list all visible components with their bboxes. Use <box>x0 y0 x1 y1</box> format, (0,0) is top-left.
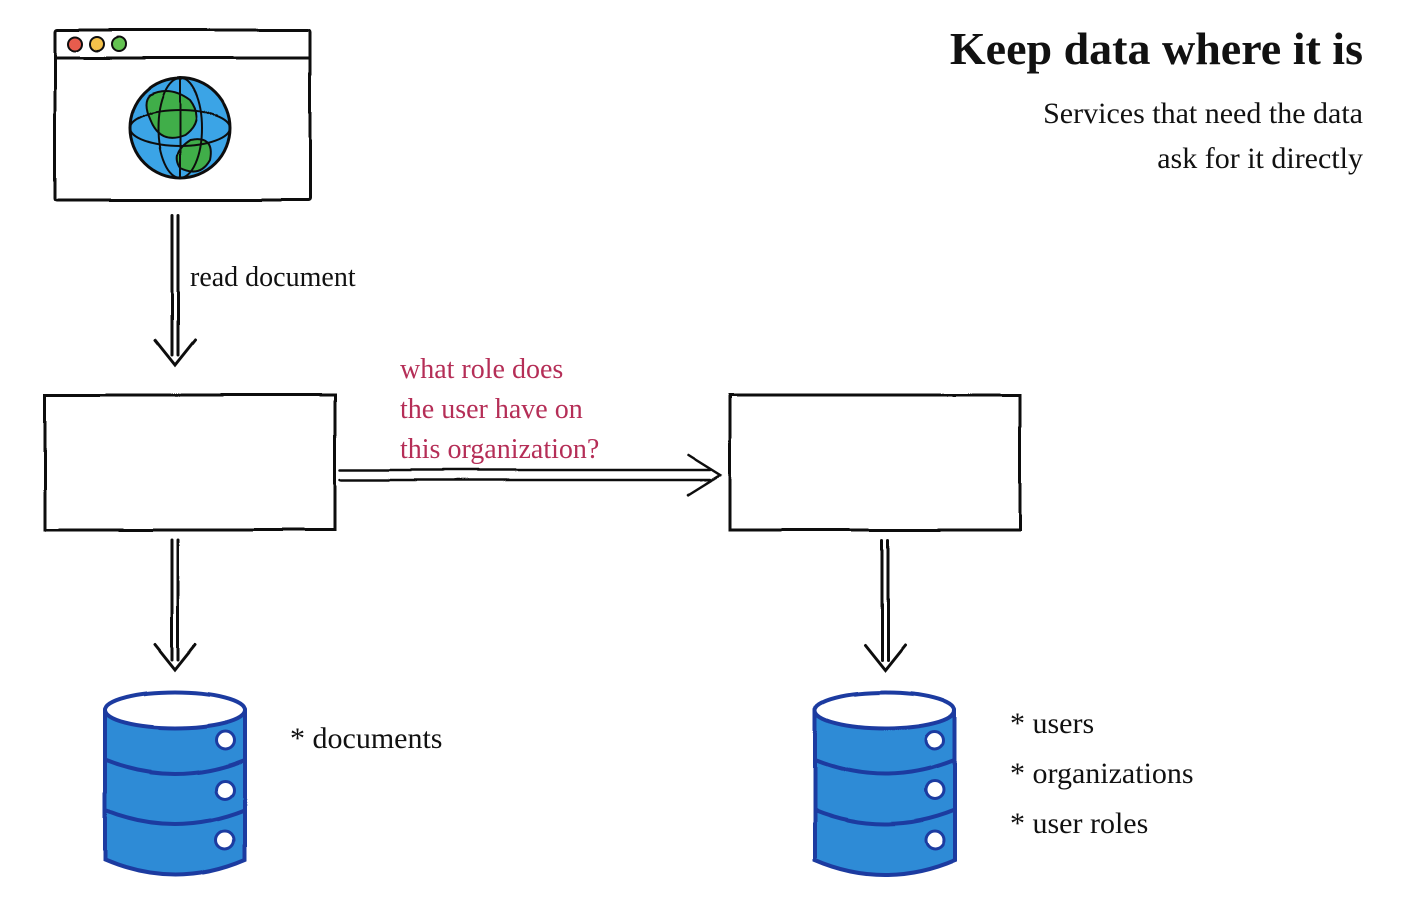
documents-service-label: Documents <box>93 440 257 485</box>
arrow-label-read-document: read document <box>190 260 356 295</box>
diagram-title: Keep data where it is <box>950 20 1363 78</box>
diagram-subtitle-line2: ask for it directly <box>1157 140 1363 178</box>
users-service-label: Users <box>832 440 914 485</box>
documents-database-icon <box>105 692 245 875</box>
users-database-icon <box>815 692 955 875</box>
query-line-3: this organization? <box>400 432 599 467</box>
documents-db-bullet-0: * documents <box>290 720 442 758</box>
diagram-stage: Keep data where it is Services that need… <box>0 0 1423 905</box>
query-line-1: what role does <box>400 352 563 387</box>
arrow-users-to-db <box>865 540 905 670</box>
users-db-bullet-1: * organizations <box>1010 755 1194 793</box>
users-db-bullet-2: * user roles <box>1010 805 1148 843</box>
users-db-bullet-0: * users <box>1010 705 1094 743</box>
arrow-documents-to-db <box>155 540 195 670</box>
browser-window-icon <box>55 30 310 200</box>
query-line-2: the user have on <box>400 392 583 427</box>
globe-icon <box>130 78 230 178</box>
arrow-browser-to-documents <box>155 215 195 365</box>
diagram-subtitle-line1: Services that need the data <box>1043 95 1363 133</box>
